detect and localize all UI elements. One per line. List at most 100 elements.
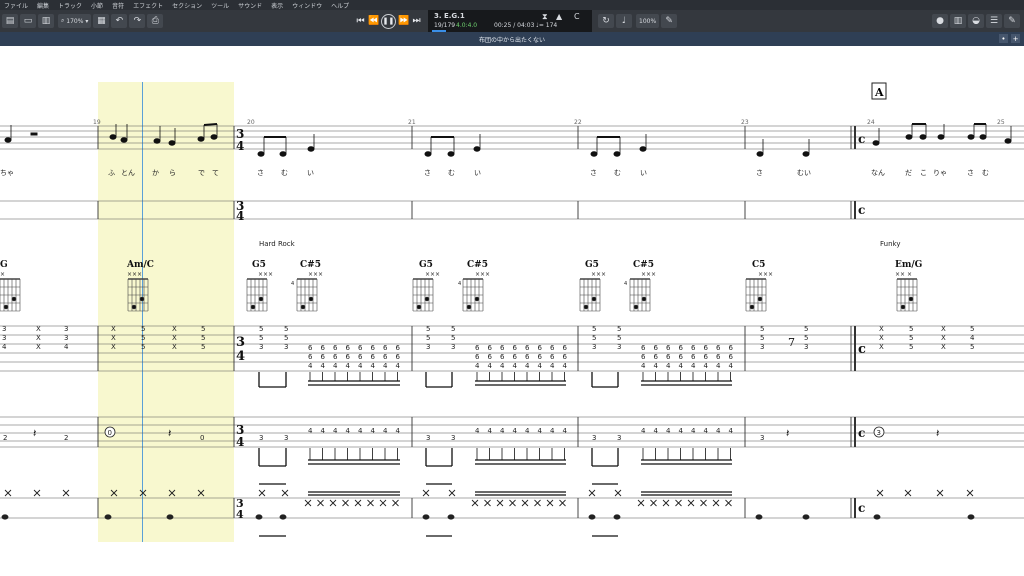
tab-fret: 6	[346, 344, 351, 352]
fret-number: 4	[458, 281, 461, 287]
tab-fret: 4	[500, 362, 505, 370]
drum-cymbal	[422, 489, 430, 497]
chord-mute-marks: × ××× ××× ××× ××× ××× ××× ××× ××× ×× ×	[0, 271, 912, 278]
lyric: む	[982, 169, 989, 177]
lyrics[interactable]: ちゃ ふ とん か ら で て さ む い さ む い さ む い さ むい な…	[0, 169, 989, 177]
tab-fret: 5	[617, 334, 621, 342]
drum-cymbal	[966, 489, 974, 497]
chord-diagram	[745, 278, 767, 312]
bass-notes[interactable]: 0 3	[104, 426, 885, 438]
tab-fret: 4	[641, 427, 646, 435]
mute-marks: ×××	[641, 271, 656, 278]
tab-fret: 6	[475, 353, 480, 361]
tab-fret: 6	[371, 353, 376, 361]
tab-fret: 6	[716, 353, 721, 361]
common-time: c	[858, 426, 865, 440]
time-sig-bottom: 4	[236, 349, 245, 364]
chord-diagram	[412, 278, 434, 312]
drum-note	[279, 514, 287, 520]
tab-fret: 4	[538, 362, 543, 370]
tab-fret: 5	[970, 343, 974, 351]
tab-fret: 6	[321, 353, 326, 361]
tab-fret: 3	[426, 343, 430, 351]
bar-number-labels: 19 20 21 22 23 24 25	[93, 119, 1005, 126]
tab-fret: 4	[64, 343, 69, 351]
drum-note	[166, 514, 174, 520]
tab-fret: 3	[284, 343, 288, 351]
mute-marks: ×××	[127, 271, 142, 278]
drum-note	[1, 514, 9, 520]
bar-number: 24	[867, 119, 875, 126]
mute-marks: ×××	[758, 271, 773, 278]
tab-fret: X	[172, 343, 177, 351]
tab-fret: 4	[970, 334, 975, 342]
mute-marks: ×××	[425, 271, 440, 278]
tab-fret: 4	[321, 427, 326, 435]
drum-cymbal	[304, 499, 312, 507]
tab-fret: 5	[617, 325, 621, 333]
tab-fret: 3	[2, 325, 6, 333]
tab-fret: 5	[592, 334, 596, 342]
tab-fret: X	[111, 334, 116, 342]
lyric: ふ	[108, 169, 115, 177]
tab-fret: 4	[396, 362, 401, 370]
drum-cymbal	[168, 489, 176, 497]
lyric: い	[474, 169, 481, 177]
tab-fret: 3	[760, 343, 764, 351]
drum-cymbal	[725, 499, 732, 507]
chord-name: G	[0, 260, 8, 270]
bar-number: 19	[93, 119, 101, 126]
bar-number: 20	[247, 119, 255, 126]
chord-names[interactable]: G Am/C G5 C#5 G5 C#5 G5 C#5 C5 Em/G	[0, 260, 922, 270]
drum-note	[755, 514, 763, 520]
chord-diagram	[246, 278, 268, 312]
chord-name: C#5	[633, 260, 654, 270]
tab-fret: 5	[201, 343, 205, 351]
tab-fret: 3	[804, 343, 808, 351]
tab-fret: 5	[451, 334, 455, 342]
tab-numbers[interactable]: 334XXX334XXX555XXX5555535535535535535535…	[2, 325, 975, 460]
tab-fret: 3	[617, 343, 621, 351]
tab-fret: 4	[563, 427, 568, 435]
tab-fret: 5	[141, 334, 145, 342]
chord-name: G5	[585, 260, 599, 270]
tab-fret: 6	[729, 353, 734, 361]
tab-fret: 3	[426, 434, 430, 442]
tab-fret: 4	[2, 343, 7, 351]
tab-fret: X	[111, 343, 116, 351]
tab-fret: 6	[500, 353, 505, 361]
tab-fret: 6	[371, 344, 376, 352]
section-marker-label: A	[874, 86, 884, 99]
mute-marks: ×	[0, 271, 5, 278]
lyric: で	[198, 169, 205, 177]
tab-fret: 6	[666, 353, 671, 361]
tab-fret: 4	[525, 427, 530, 435]
drum-cymbal	[534, 499, 541, 507]
tab-fret: X	[36, 325, 41, 333]
chord-diagram	[629, 278, 651, 312]
common-time: c	[858, 132, 865, 146]
tab-fret: 3	[2, 334, 6, 342]
lyric: むい	[797, 169, 811, 177]
drum-cymbal	[281, 489, 289, 497]
tab-fret: 6	[641, 344, 646, 352]
tab-fret: 4	[716, 427, 721, 435]
bar-lines	[97, 126, 856, 518]
tab-fret: 5	[141, 343, 145, 351]
time-signatures: 3 4 3 4 3 4 3 4 3 4 c c c c c	[236, 127, 866, 521]
section-marker[interactable]: A	[871, 82, 887, 100]
mute-marks: ×××	[591, 271, 606, 278]
tab-fret: 6	[383, 353, 388, 361]
tab-fret: 6	[396, 353, 401, 361]
tab-fret: 6	[308, 353, 313, 361]
tab-fret: 6	[333, 344, 338, 352]
tab-fret: 3	[760, 434, 764, 442]
rests: 𝄽 𝄽 𝄽 𝄽 7	[33, 336, 939, 440]
time-sig-top: 3	[236, 335, 245, 350]
tab-fret: X	[36, 334, 41, 342]
tab-fret: 6	[691, 353, 696, 361]
drum-cymbal	[392, 499, 399, 507]
staff-lines	[0, 125, 1024, 519]
drum-note	[588, 514, 596, 520]
common-time: c	[858, 501, 865, 515]
